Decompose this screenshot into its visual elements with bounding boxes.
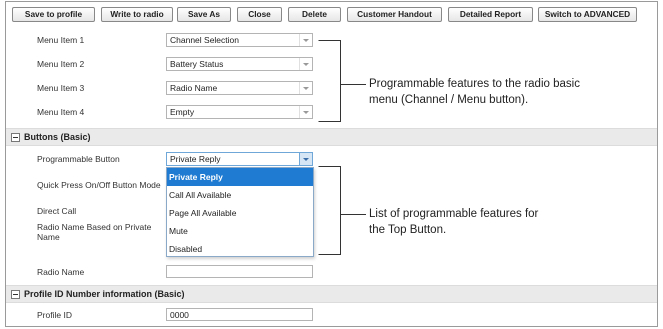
button-annotation-line-2: the Top Button. (369, 224, 447, 236)
menu-annotation-line-2: menu (Channel / Menu button). (369, 94, 529, 106)
menu-callout-bracket (318, 40, 341, 122)
button-callout-bracket (318, 166, 341, 255)
button-annotation-line-1: List of programmable features for (369, 208, 539, 220)
callout-lines (318, 40, 366, 255)
menu-annotation-line-1: Programmable features to the radio basic (369, 78, 580, 90)
